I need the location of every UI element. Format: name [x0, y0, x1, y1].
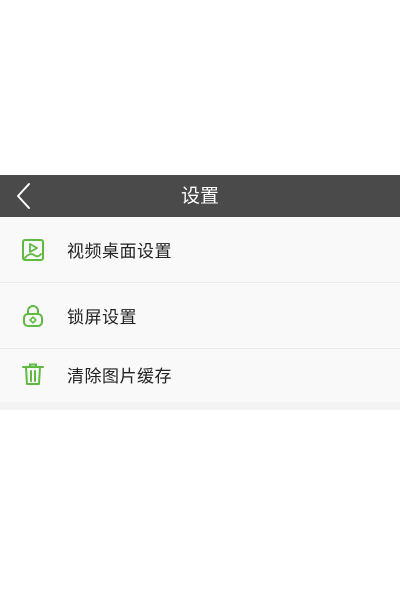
video-wallpaper-icon — [21, 238, 45, 262]
settings-list: 视频桌面设置 锁屏设置 清除图片缓存 — [0, 217, 400, 402]
back-button[interactable] — [0, 175, 48, 217]
screen: 设置 视频桌面设置 锁屏设置 清除图片缓存 — [0, 0, 400, 600]
settings-item-label: 视频桌面设置 — [67, 242, 172, 262]
settings-item-label: 锁屏设置 — [67, 308, 137, 328]
settings-item-video-wallpaper[interactable]: 视频桌面设置 — [0, 217, 400, 283]
page-title: 设置 — [180, 185, 219, 207]
settings-item-label: 清除图片缓存 — [67, 367, 172, 387]
settings-item-lock-screen[interactable]: 锁屏设置 — [0, 283, 400, 349]
settings-item-clear-cache[interactable]: 清除图片缓存 — [0, 349, 400, 402]
top-bar: 设置 — [0, 175, 400, 217]
trash-icon — [21, 362, 45, 386]
settings-page: 设置 视频桌面设置 锁屏设置 清除图片缓存 — [0, 175, 400, 410]
list-bottom-shadow — [0, 402, 400, 410]
chevron-left-icon — [17, 183, 30, 209]
lock-settings-icon — [21, 304, 45, 328]
